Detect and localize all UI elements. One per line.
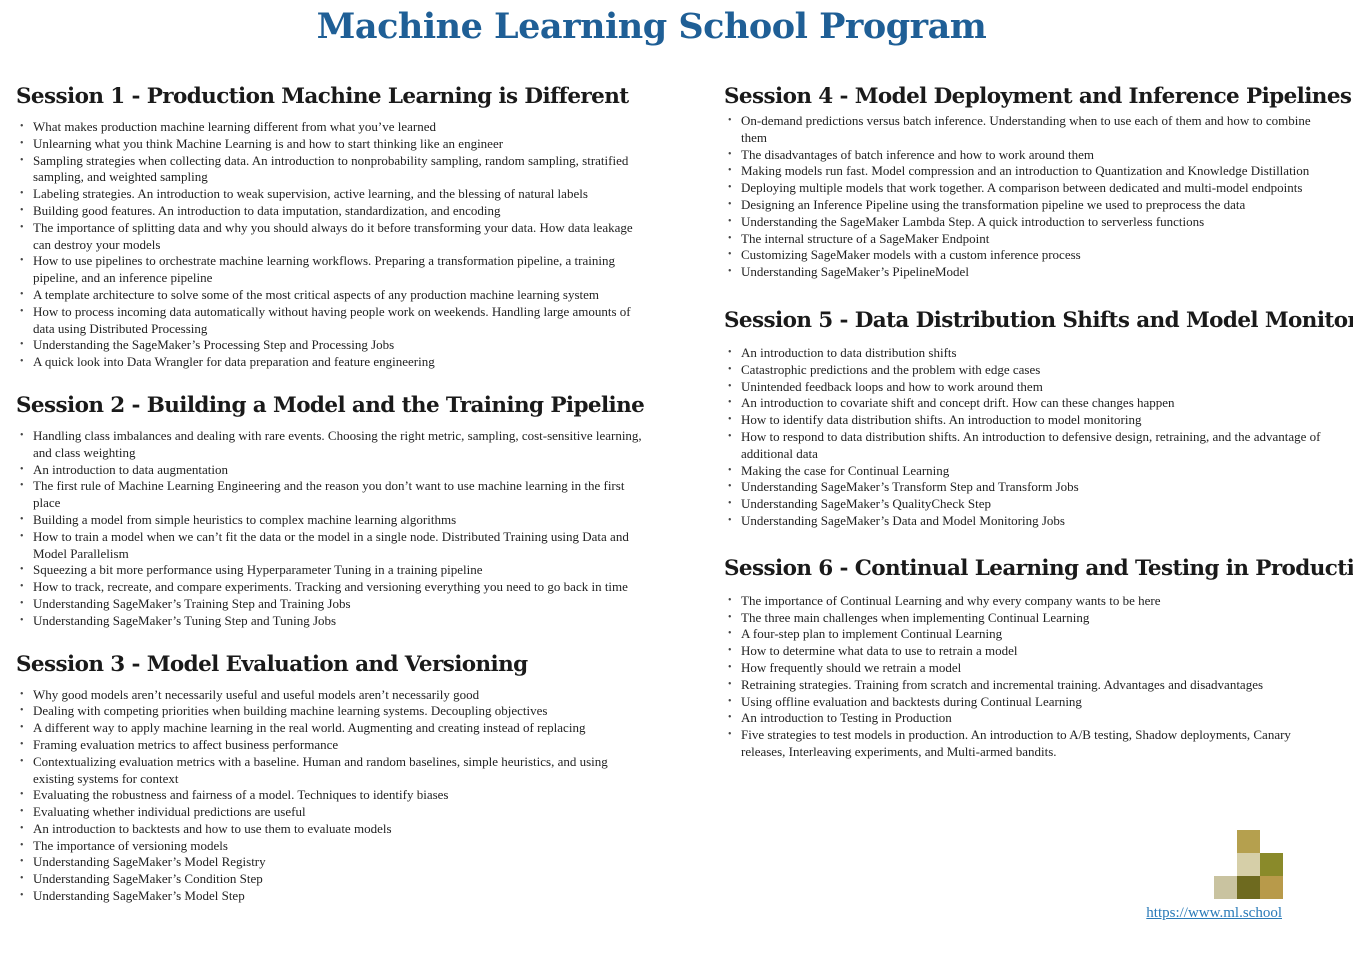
right-column: Session 4 - Model Deployment and Inferen… <box>724 84 1353 783</box>
list-item: A quick look into Data Wrangler for data… <box>16 354 646 371</box>
list-item: Making models run fast. Model compressio… <box>724 163 1329 180</box>
list-item: Understanding SageMaker’s Training Step … <box>16 596 646 613</box>
list-item: Five strategies to test models in produc… <box>724 727 1329 761</box>
list-item: How to respond to data distribution shif… <box>724 429 1329 463</box>
list-item: Retraining strategies. Training from scr… <box>724 677 1329 694</box>
list-item: Contextualizing evaluation metrics with … <box>16 754 646 788</box>
website-link[interactable]: https://www.ml.school <box>1146 905 1282 922</box>
session-items: What makes production machine learning d… <box>16 119 646 371</box>
session-items: The importance of Continual Learning and… <box>724 593 1329 761</box>
list-item: Understanding SageMaker’s PipelineModel <box>724 264 1329 281</box>
list-item: An introduction to backtests and how to … <box>16 821 646 838</box>
list-item: The importance of splitting data and why… <box>16 220 646 254</box>
list-item: How to use pipelines to orchestrate mach… <box>16 253 646 287</box>
list-item: How to identify data distribution shifts… <box>724 412 1329 429</box>
list-item: Sampling strategies when collecting data… <box>16 153 646 187</box>
session-3: Session 3 - Model Evaluation and Version… <box>16 652 646 905</box>
list-item: The disadvantages of batch inference and… <box>724 147 1329 164</box>
session-title: Session 2 - Building a Model and the Tra… <box>16 392 645 418</box>
session-title: Session 5 - Data Distribution Shifts and… <box>724 307 1353 333</box>
list-item: Understanding the SageMaker Lambda Step.… <box>724 214 1329 231</box>
list-item: Squeezing a bit more performance using H… <box>16 562 646 579</box>
session-items: Handling class imbalances and dealing wi… <box>16 428 646 630</box>
list-item: How to process incoming data automatical… <box>16 304 646 338</box>
list-item: Understanding SageMaker’s QualityCheck S… <box>724 496 1329 513</box>
left-column: Session 1 - Production Machine Learning … <box>16 84 646 927</box>
list-item: Understanding SageMaker’s Tuning Step an… <box>16 613 646 630</box>
list-item: Using offline evaluation and backtests d… <box>724 694 1329 711</box>
list-item: Making the case for Continual Learning <box>724 463 1329 480</box>
logo-square <box>1237 853 1260 876</box>
list-item: Understanding SageMaker’s Transform Step… <box>724 479 1329 496</box>
list-item: Unlearning what you think Machine Learni… <box>16 136 646 153</box>
list-item: The importance of Continual Learning and… <box>724 593 1329 610</box>
logo-square <box>1260 853 1283 876</box>
page-title: Machine Learning School Program <box>316 6 987 47</box>
list-item: Dealing with competing priorities when b… <box>16 703 646 720</box>
list-item: A four-step plan to implement Continual … <box>724 626 1329 643</box>
list-item: How frequently should we retrain a model <box>724 660 1329 677</box>
list-item: The three main challenges when implement… <box>724 610 1329 627</box>
list-item: An introduction to data augmentation <box>16 462 646 479</box>
list-item: Labeling strategies. An introduction to … <box>16 186 646 203</box>
list-item: How to track, recreate, and compare expe… <box>16 579 646 596</box>
session-items: Why good models aren’t necessarily usefu… <box>16 687 646 905</box>
list-item: An introduction to Testing in Production <box>724 710 1329 727</box>
list-item: An introduction to data distribution shi… <box>724 345 1329 362</box>
session-title: Session 1 - Production Machine Learning … <box>16 84 629 109</box>
session-title: Session 3 - Model Evaluation and Version… <box>16 651 528 677</box>
list-item: Evaluating the robustness and fairness o… <box>16 787 646 804</box>
session-1: Session 1 - Production Machine Learning … <box>16 84 646 371</box>
list-item: Building good features. An introduction … <box>16 203 646 220</box>
list-item: How to train a model when we can’t fit t… <box>16 529 646 563</box>
ml-school-logo <box>1214 830 1283 899</box>
list-item: Understanding SageMaker’s Model Step <box>16 888 646 905</box>
list-item: The importance of versioning models <box>16 838 646 855</box>
list-item: On-demand predictions versus batch infer… <box>724 113 1329 147</box>
list-item: Deploying multiple models that work toge… <box>724 180 1329 197</box>
list-item: The internal structure of a SageMaker En… <box>724 231 1329 248</box>
session-6: Session 6 - Continual Learning and Testi… <box>724 555 1353 761</box>
logo-square <box>1214 876 1237 899</box>
list-item: Understanding SageMaker’s Data and Model… <box>724 513 1329 530</box>
session-title: Session 4 - Model Deployment and Inferen… <box>724 84 1352 109</box>
list-item: Understanding the SageMaker’s Processing… <box>16 337 646 354</box>
list-item: Building a model from simple heuristics … <box>16 512 646 529</box>
list-item: Understanding SageMaker’s Model Registry <box>16 854 646 871</box>
list-item: What makes production machine learning d… <box>16 119 646 136</box>
list-item: Designing an Inference Pipeline using th… <box>724 197 1329 214</box>
session-2: Session 2 - Building a Model and the Tra… <box>16 393 646 630</box>
session-items: On-demand predictions versus batch infer… <box>724 113 1329 281</box>
list-item: A template architecture to solve some of… <box>16 287 646 304</box>
logo-square <box>1237 830 1260 853</box>
logo-square <box>1237 876 1260 899</box>
list-item: Why good models aren’t necessarily usefu… <box>16 687 646 704</box>
list-item: Framing evaluation metrics to affect bus… <box>16 737 646 754</box>
list-item: Understanding SageMaker’s Condition Step <box>16 871 646 888</box>
session-items: An introduction to data distribution shi… <box>724 345 1329 530</box>
list-item: Handling class imbalances and dealing wi… <box>16 428 646 462</box>
session-5: Session 5 - Data Distribution Shifts and… <box>724 307 1353 530</box>
list-item: How to determine what data to use to ret… <box>724 643 1329 660</box>
list-item: The first rule of Machine Learning Engin… <box>16 478 646 512</box>
session-4: Session 4 - Model Deployment and Inferen… <box>724 84 1352 281</box>
session-title: Session 6 - Continual Learning and Testi… <box>724 555 1353 581</box>
list-item: A different way to apply machine learnin… <box>16 720 646 737</box>
logo-square <box>1260 876 1283 899</box>
list-item: Evaluating whether individual prediction… <box>16 804 646 821</box>
list-item: Catastrophic predictions and the problem… <box>724 362 1329 379</box>
list-item: Customizing SageMaker models with a cust… <box>724 247 1329 264</box>
list-item: An introduction to covariate shift and c… <box>724 395 1329 412</box>
list-item: Unintended feedback loops and how to wor… <box>724 379 1329 396</box>
